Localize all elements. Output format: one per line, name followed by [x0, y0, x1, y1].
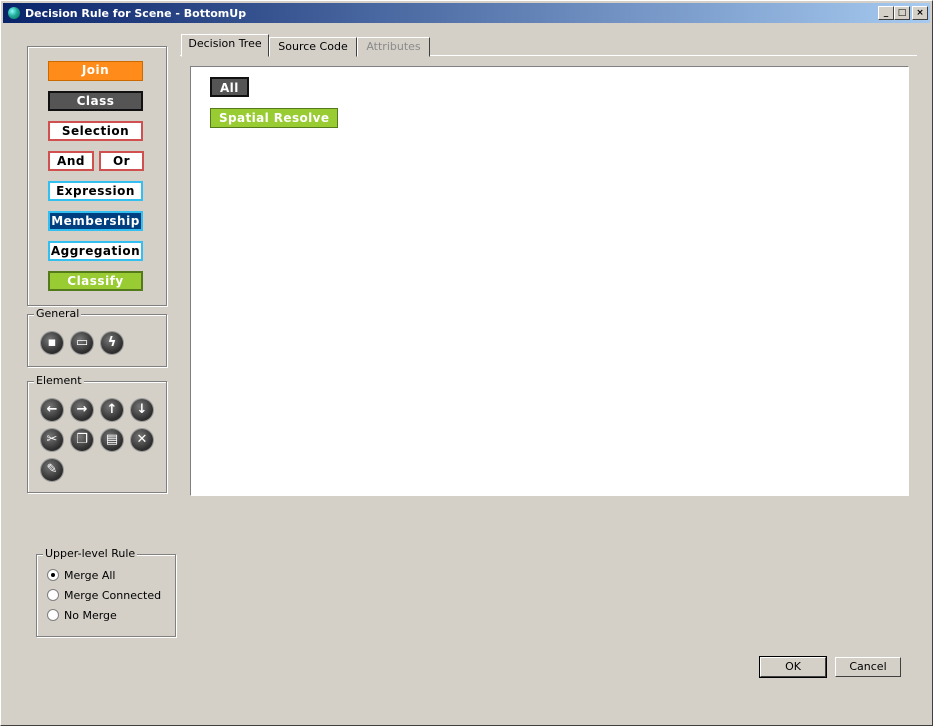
new-icon[interactable]: ▪ — [41, 332, 63, 354]
arrow-left-icon[interactable]: ← — [41, 399, 63, 421]
decision-tree-canvas[interactable]: All Spatial Resolve — [190, 66, 909, 496]
delete-icon[interactable]: ✕ — [131, 429, 153, 451]
close-button[interactable]: × — [912, 6, 928, 20]
tree-node-all[interactable]: All — [210, 77, 249, 97]
upper-level-rule-group: Upper-level Rule Merge All Merge Connect… — [36, 547, 176, 637]
radio-no-merge[interactable]: No Merge — [47, 609, 117, 625]
classify-button[interactable]: Classify — [48, 271, 143, 291]
element-label: Element — [34, 374, 84, 387]
radio-indicator[interactable] — [47, 609, 59, 621]
and-button[interactable]: And — [48, 151, 94, 171]
radio-merge-all[interactable]: Merge All — [47, 569, 115, 585]
dialog-window: Decision Rule for Scene - BottomUp _ □ ×… — [0, 0, 933, 726]
radio-label: Merge Connected — [64, 589, 162, 602]
class-button[interactable]: Class — [48, 91, 143, 111]
or-button[interactable]: Or — [99, 151, 144, 171]
general-label: General — [34, 307, 82, 320]
element-group: Element ← → ↑ ↓ ✂ ❐ ▤ ✕ ✎ — [27, 374, 167, 493]
radio-indicator[interactable] — [47, 589, 59, 601]
tab-attributes[interactable]: Attributes — [357, 37, 430, 57]
upper-level-rule-label: Upper-level Rule — [43, 547, 138, 560]
expression-button[interactable]: Expression — [48, 181, 143, 201]
tree-node-spatial-resolve[interactable]: Spatial Resolve — [210, 108, 339, 128]
aggregation-button[interactable]: Aggregation — [48, 241, 143, 261]
paste-icon[interactable]: ▤ — [101, 429, 123, 451]
radio-label: No Merge — [64, 609, 117, 622]
cancel-button[interactable]: Cancel — [835, 657, 901, 677]
window-title: Decision Rule for Scene - BottomUp — [25, 7, 247, 20]
image-icon[interactable]: ▭ — [71, 332, 93, 354]
app-icon — [8, 7, 20, 19]
tab-source-code[interactable]: Source Code — [269, 37, 357, 57]
radio-indicator[interactable] — [47, 569, 59, 581]
tab-decision-tree[interactable]: Decision Tree — [181, 34, 269, 57]
edit-icon[interactable]: ✎ — [41, 459, 63, 481]
radio-merge-connected[interactable]: Merge Connected — [47, 589, 161, 605]
join-button[interactable]: Join — [48, 61, 143, 81]
element-palette: Join Class Selection And Or Expression M… — [27, 46, 167, 306]
membership-button[interactable]: Membership — [48, 211, 143, 231]
ok-button[interactable]: OK — [759, 656, 827, 678]
selection-button[interactable]: Selection — [48, 121, 143, 141]
maximize-button[interactable]: □ — [894, 6, 910, 20]
arrow-down-icon[interactable]: ↓ — [131, 399, 153, 421]
arrow-up-icon[interactable]: ↑ — [101, 399, 123, 421]
general-group: General ▪ ▭ ϟ — [27, 307, 167, 367]
copy-icon[interactable]: ❐ — [71, 429, 93, 451]
title-bar[interactable]: Decision Rule for Scene - BottomUp _ □ × — [3, 3, 930, 23]
arrow-right-icon[interactable]: → — [71, 399, 93, 421]
radio-label: Merge All — [64, 569, 116, 582]
cut-icon[interactable]: ✂ — [41, 429, 63, 451]
minimize-button[interactable]: _ — [878, 6, 894, 20]
lightning-icon[interactable]: ϟ — [101, 332, 123, 354]
